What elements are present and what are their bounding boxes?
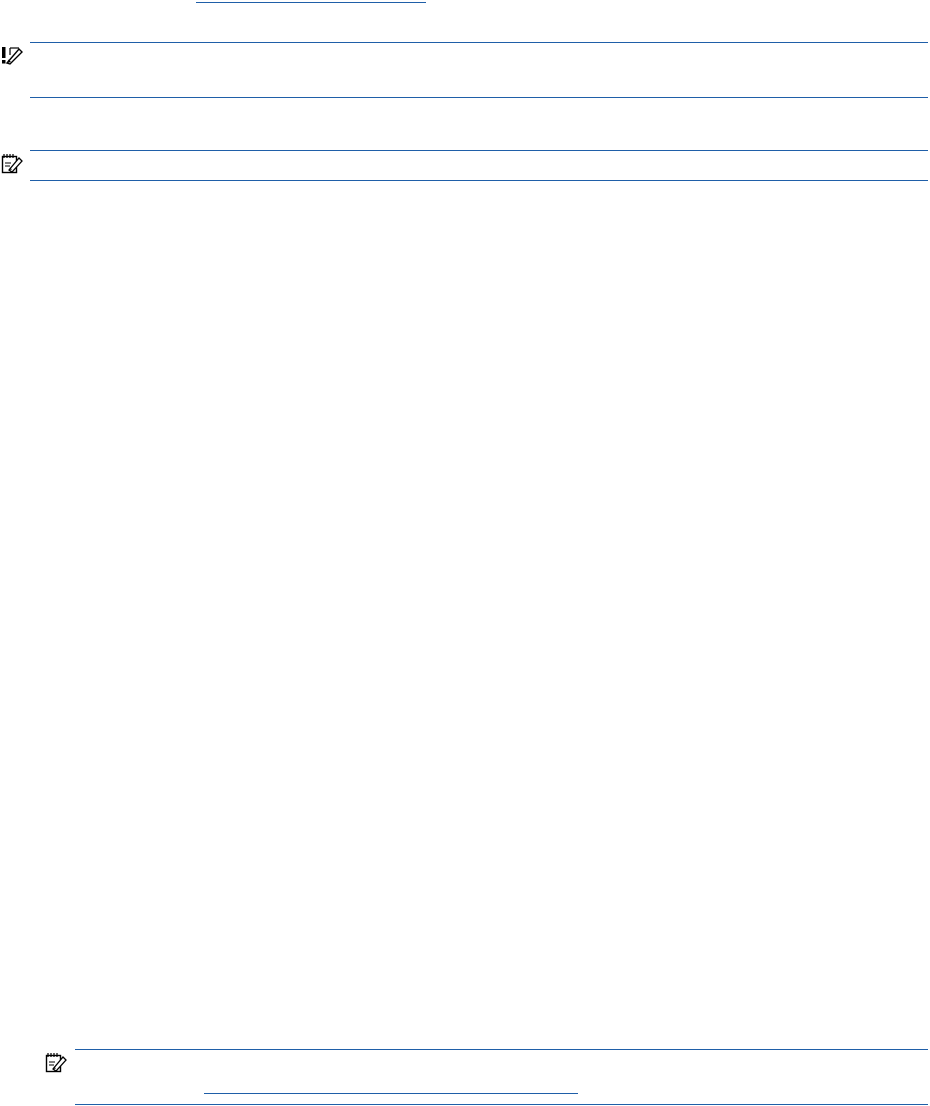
- note-2-bottom-rule: [75, 1104, 928, 1105]
- note-icon: [45, 1052, 67, 1074]
- note-2-top-rule: [75, 1049, 928, 1050]
- important-note-top-rule: [30, 42, 928, 43]
- note-1-top-rule: [30, 150, 928, 151]
- note-2-link-underline: [204, 1093, 578, 1094]
- important-note-bottom-rule: [30, 97, 928, 98]
- note-icon: [1, 153, 23, 175]
- important-note-icon: [1, 45, 23, 65]
- note-2-link[interactable]: [204, 1078, 578, 1094]
- note-1-bottom-rule: [30, 180, 928, 181]
- top-link-underline: [196, 2, 426, 3]
